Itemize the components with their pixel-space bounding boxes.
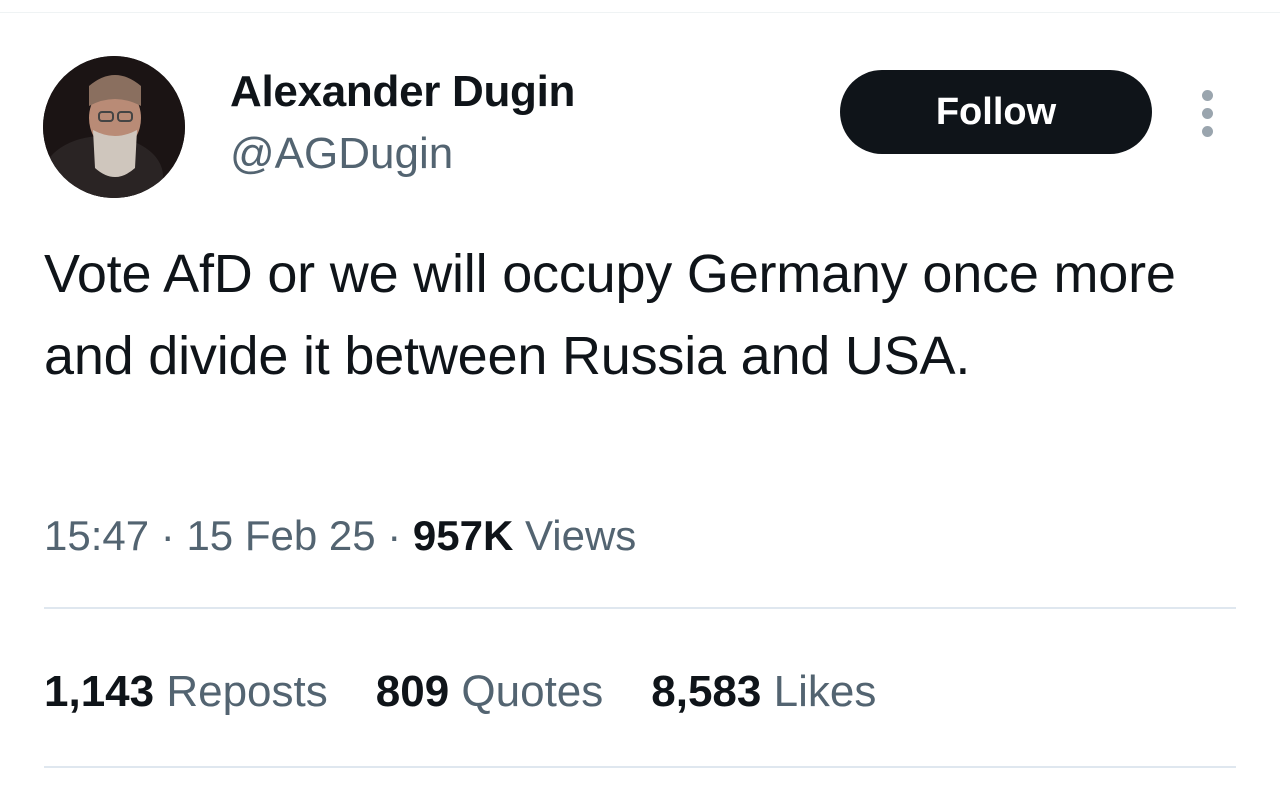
views-count: 957K <box>412 512 514 559</box>
author-handle[interactable]: @AGDugin <box>230 128 453 180</box>
reposts-count: 1,143 <box>44 667 155 716</box>
more-vertical-icon[interactable] <box>1192 88 1224 138</box>
tweet-stats: 1,143 Reposts 809 Quotes 8,583 Likes <box>44 664 876 720</box>
quotes-stat[interactable]: 809 Quotes <box>376 664 604 720</box>
more-dot <box>1202 90 1213 101</box>
reposts-stat[interactable]: 1,143 Reposts <box>44 664 328 720</box>
more-dot <box>1202 126 1213 137</box>
tweet-time[interactable]: 15:47 <box>44 512 149 559</box>
reposts-label: Reposts <box>154 667 328 716</box>
divider <box>44 607 1236 609</box>
meta-separator: · <box>375 512 413 559</box>
quotes-count: 809 <box>375 667 450 716</box>
divider <box>44 766 1236 768</box>
follow-button[interactable]: Follow <box>840 70 1152 154</box>
author-name[interactable]: Alexander Dugin <box>230 66 575 118</box>
quotes-label: Quotes <box>449 667 604 716</box>
more-dot <box>1202 108 1213 119</box>
likes-stat[interactable]: 8,583 Likes <box>651 664 876 720</box>
tweet-date[interactable]: 15 Feb 25 <box>186 512 375 559</box>
likes-count: 8,583 <box>651 667 762 716</box>
avatar-image <box>43 56 185 198</box>
likes-label: Likes <box>761 667 877 716</box>
top-divider <box>0 12 1280 13</box>
views-label: Views <box>513 512 637 559</box>
tweet-text: Vote AfD or we will occupy Germany once … <box>44 244 1176 386</box>
tweet-meta: 15:47 · 15 Feb 25 · 957K Views <box>44 508 636 564</box>
meta-separator: · <box>149 512 187 559</box>
avatar[interactable] <box>43 56 185 198</box>
